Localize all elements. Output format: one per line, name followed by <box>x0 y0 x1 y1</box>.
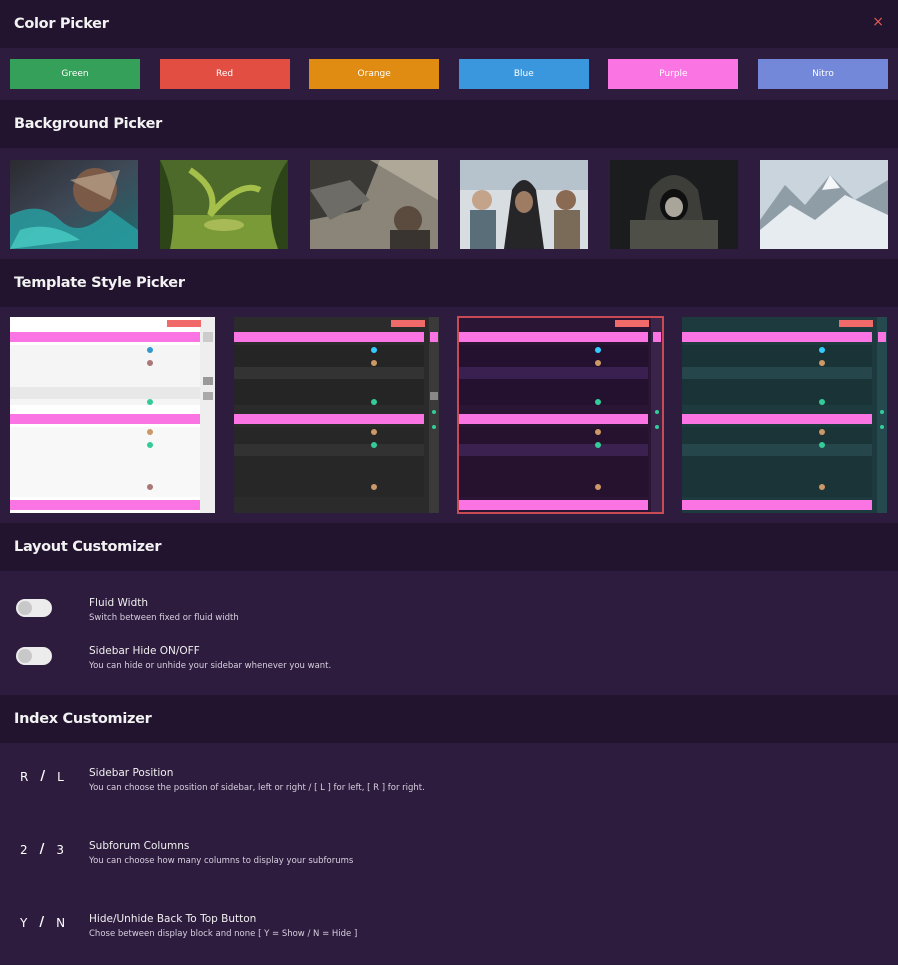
back-to-top-option: Y / N Hide/Unhide Back To Top Button Cho… <box>0 913 898 965</box>
fluid-width-toggle[interactable] <box>16 599 52 617</box>
background-options <box>0 148 898 259</box>
template-thumb-dark[interactable] <box>234 317 439 513</box>
show-back-to-top-key[interactable]: Y <box>20 916 27 930</box>
option-description: Chose between display block and none [ Y… <box>89 929 358 939</box>
index-customizer-header: Index Customizer <box>0 695 898 743</box>
color-purple-button[interactable]: Purple <box>608 59 739 89</box>
index-options: R / L Sidebar Position You can choose th… <box>0 743 898 964</box>
columns-2-key[interactable]: 2 <box>20 843 28 857</box>
layout-customizer-header: Layout Customizer <box>0 523 898 571</box>
color-green-button[interactable]: Green <box>10 59 140 89</box>
template-picker-title: Template Style Picker <box>14 275 185 291</box>
subforum-columns-option: 2 / 3 Subforum Columns You can choose ho… <box>0 840 898 913</box>
hide-back-to-top-key[interactable]: N <box>56 916 65 930</box>
option-title: Hide/Unhide Back To Top Button <box>89 913 257 925</box>
template-thumb-teal[interactable] <box>682 317 887 513</box>
sidebar-right-key[interactable]: R <box>20 770 28 784</box>
template-options <box>0 307 898 523</box>
separator: / <box>39 842 45 857</box>
option-description: You can choose the position of sidebar, … <box>89 783 425 793</box>
option-title: Fluid Width <box>89 597 149 609</box>
option-title: Sidebar Hide ON/OFF <box>89 645 200 657</box>
background-thumb-hooded-soldier[interactable] <box>610 160 738 249</box>
separator: / <box>40 769 46 784</box>
option-title: Sidebar Position <box>89 767 174 779</box>
close-icon[interactable]: × <box>872 14 884 30</box>
layout-options: Fluid Width Switch between fixed or flui… <box>0 571 898 695</box>
background-thumb-jungle-scene[interactable] <box>160 160 288 249</box>
separator: / <box>39 915 45 930</box>
color-picker-header: Color Picker × <box>0 0 898 48</box>
option-description: You can choose how many columns to displ… <box>89 856 354 866</box>
color-nitro-button[interactable]: Nitro <box>757 59 888 89</box>
sidebar-position-option: R / L Sidebar Position You can choose th… <box>0 767 898 840</box>
background-picker-header: Background Picker <box>0 100 898 148</box>
background-thumb-snowy-mountains[interactable] <box>760 160 888 249</box>
sidebar-hide-option: Sidebar Hide ON/OFF You can hide or unhi… <box>0 645 898 693</box>
columns-3-key[interactable]: 3 <box>56 843 64 857</box>
index-customizer-title: Index Customizer <box>14 711 152 727</box>
background-thumb-soldier-mech[interactable] <box>310 160 438 249</box>
fluid-width-option: Fluid Width Switch between fixed or flui… <box>0 597 898 645</box>
color-red-button[interactable]: Red <box>159 59 290 89</box>
color-picker-title: Color Picker <box>14 16 109 32</box>
sidebar-hide-toggle[interactable] <box>16 647 52 665</box>
color-blue-button[interactable]: Blue <box>458 59 589 89</box>
template-thumb-purple[interactable] <box>457 316 664 514</box>
option-description: Switch between fixed or fluid width <box>89 613 239 623</box>
template-picker-header: Template Style Picker <box>0 259 898 307</box>
option-description: You can hide or unhide your sidebar when… <box>89 661 332 671</box>
background-thumb-fantasy-battle[interactable] <box>10 160 138 249</box>
background-picker-title: Background Picker <box>14 116 162 132</box>
option-title: Subforum Columns <box>89 840 190 852</box>
color-options: Green Red Orange Blue Purple Nitro <box>0 48 898 100</box>
layout-customizer-title: Layout Customizer <box>14 539 162 555</box>
template-thumb-light[interactable] <box>10 317 215 513</box>
sidebar-left-key[interactable]: L <box>57 770 64 784</box>
color-orange-button[interactable]: Orange <box>309 59 440 89</box>
background-thumb-assassins-group[interactable] <box>460 160 588 249</box>
